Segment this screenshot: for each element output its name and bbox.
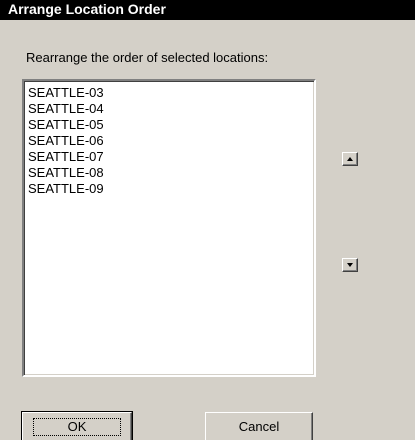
window-title: Arrange Location Order [0,0,415,20]
list-item[interactable]: SEATTLE-07 [28,149,314,165]
move-down-button[interactable] [342,258,358,272]
list-item[interactable]: SEATTLE-09 [28,181,314,197]
triangle-up-icon [347,157,353,161]
ok-button[interactable]: OK [21,411,133,440]
triangle-down-icon [347,263,353,267]
list-item[interactable]: SEATTLE-05 [28,117,314,133]
list-item[interactable]: SEATTLE-08 [28,165,314,181]
locations-listbox[interactable]: SEATTLE-03 SEATTLE-04 SEATTLE-05 SEATTLE… [22,79,316,377]
instruction-label: Rearrange the order of selected location… [26,50,269,65]
list-item[interactable]: SEATTLE-04 [28,101,314,117]
list-item[interactable]: SEATTLE-03 [28,85,314,101]
ok-button-label: OK [33,417,121,436]
move-up-button[interactable] [342,152,358,166]
list-item[interactable]: SEATTLE-06 [28,133,314,149]
locations-list: SEATTLE-03 SEATTLE-04 SEATTLE-05 SEATTLE… [24,81,314,197]
cancel-button[interactable]: Cancel [205,412,313,440]
